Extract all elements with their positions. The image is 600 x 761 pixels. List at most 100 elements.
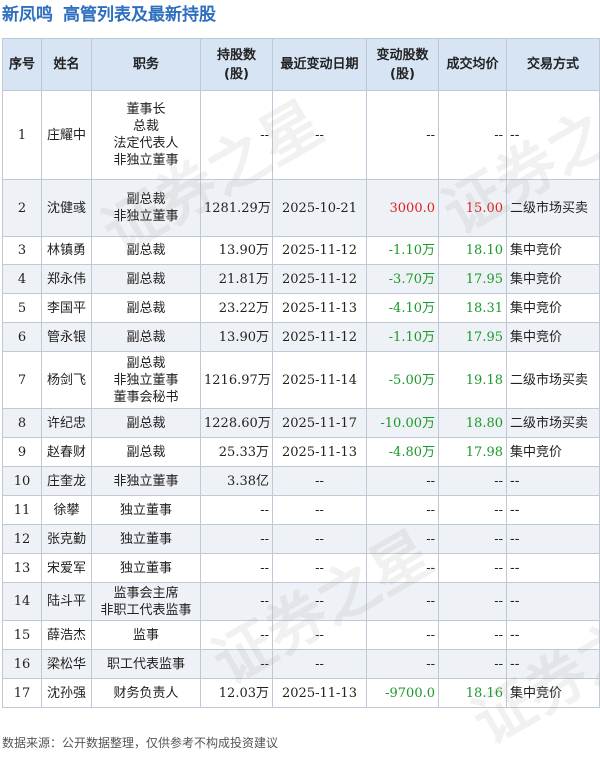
table-row: 8 许纪忠 副总裁 1228.60万 2025-11-17 -10.00万 18.80 二级市… <box>2 408 600 438</box>
cell-price: -- <box>438 620 507 650</box>
col-header-change: 变动股数 (股) <box>366 38 439 91</box>
cell-shares: -- <box>200 90 273 180</box>
table-row: 17 沈孙强 财务负责人 12.03万 2025-11-13 -9700.0 18.16 集中… <box>2 678 600 708</box>
col-header-name: 姓名 <box>41 38 92 91</box>
cell-method: -- <box>506 620 600 650</box>
cell-shares: 21.81万 <box>200 264 273 294</box>
cell-date: 2025-11-13 <box>272 678 367 708</box>
cell-method: -- <box>506 466 600 496</box>
table-row: 14 陆斗平 监事会主席 非职工代表监事 -- -- -- -- -- <box>2 582 600 621</box>
position-line: 独立董事 <box>119 531 172 547</box>
cell-change: -4.10万 <box>366 293 439 323</box>
cell-name: 管永银 <box>41 322 92 352</box>
cell-shares: -- <box>200 620 273 650</box>
cell-change: -- <box>366 620 439 650</box>
cell-name: 陆斗平 <box>41 582 92 621</box>
cell-no: 17 <box>2 678 42 708</box>
table-row: 13 宋爱军 独立董事 -- -- -- -- -- <box>2 553 600 583</box>
cell-price: -- <box>438 524 507 554</box>
cell-shares: 13.90万 <box>200 322 273 352</box>
cell-method: -- <box>506 495 600 525</box>
cell-shares: 23.22万 <box>200 293 273 323</box>
position-line: 非职工代表监事 <box>100 602 192 618</box>
cell-change: -- <box>366 649 439 679</box>
position-line: 副总裁 <box>126 355 166 371</box>
cell-no: 16 <box>2 649 42 679</box>
position-line: 非独立董事 <box>113 153 179 168</box>
col-header-date: 最近变动日期 <box>272 38 367 91</box>
cell-no: 2 <box>2 179 42 237</box>
cell-position: 非独立董事 <box>91 466 201 496</box>
cell-position: 副总裁 非独立董事 <box>91 179 201 237</box>
position-line: 副总裁 <box>126 444 166 460</box>
cell-no: 15 <box>2 620 42 650</box>
cell-price: 19.18 <box>438 351 507 409</box>
cell-position: 独立董事 <box>91 553 201 583</box>
cell-date: -- <box>272 524 367 554</box>
cell-no: 9 <box>2 437 42 467</box>
cell-position: 副总裁 <box>91 236 201 265</box>
table-row: 6 管永银 副总裁 13.90万 2025-11-12 -1.10万 17.95 集中竞价 <box>2 322 600 352</box>
cell-date: 2025-11-14 <box>272 351 367 409</box>
cell-date: -- <box>272 553 367 583</box>
cell-name: 李国平 <box>41 293 92 323</box>
cell-price: -- <box>438 553 507 583</box>
cell-change: -- <box>366 524 439 554</box>
table-row: 7 杨剑飞 副总裁 非独立董事 董事会秘书 1216.97万 2025-11-14 -5.00… <box>2 351 600 409</box>
position-line: 副总裁 <box>126 192 166 207</box>
cell-position: 独立董事 <box>91 495 201 525</box>
cell-date: -- <box>272 90 367 180</box>
position-line: 副总裁 <box>126 271 166 287</box>
cell-date: 2025-11-13 <box>272 293 367 323</box>
cell-date: -- <box>272 620 367 650</box>
cell-position: 财务负责人 <box>91 678 201 708</box>
cell-method: 集中竞价 <box>506 678 600 708</box>
table-row: 4 郑永伟 副总裁 21.81万 2025-11-12 -3.70万 17.95 集中竞价 <box>2 264 600 294</box>
cell-price: 18.16 <box>438 678 507 708</box>
cell-name: 杨剑飞 <box>41 351 92 409</box>
table-row: 1 庄耀中 董事长 总裁 法定代表人 非独立董事 -- -- -- -- -- <box>2 90 600 180</box>
cell-no: 13 <box>2 553 42 583</box>
cell-change: -10.00万 <box>366 408 439 438</box>
cell-change: -1.10万 <box>366 236 439 265</box>
cell-date: -- <box>272 495 367 525</box>
cell-price: 15.00 <box>438 179 507 237</box>
cell-price: 18.10 <box>438 236 507 265</box>
position-line: 副总裁 <box>126 300 166 316</box>
col-header-method: 交易方式 <box>506 38 600 91</box>
cell-date: 2025-11-13 <box>272 437 367 467</box>
cell-price: 18.80 <box>438 408 507 438</box>
cell-position: 独立董事 <box>91 524 201 554</box>
cell-name: 庄奎龙 <box>41 466 92 496</box>
cell-name: 林镇勇 <box>41 236 92 265</box>
table-row: 3 林镇勇 副总裁 13.90万 2025-11-12 -1.10万 18.10 集中竞价 <box>2 236 600 265</box>
cell-position: 副总裁 <box>91 293 201 323</box>
cell-name: 赵春财 <box>41 437 92 467</box>
cell-change: -- <box>366 582 439 621</box>
stock-name: 新凤鸣 <box>2 5 53 25</box>
cell-method: 二级市场买卖 <box>506 351 600 409</box>
cell-position: 董事长 总裁 法定代表人 非独立董事 <box>91 90 201 180</box>
cell-name: 沈健彧 <box>41 179 92 237</box>
cell-name: 庄耀中 <box>41 90 92 180</box>
cell-no: 14 <box>2 582 42 621</box>
col-header-shares: 持股数 (股) <box>200 38 273 91</box>
position-line: 副总裁 <box>126 415 166 431</box>
cell-method: 集中竞价 <box>506 236 600 265</box>
position-line: 独立董事 <box>119 560 172 576</box>
executive-table: 序号 姓名 职务 持股数 (股) 最近变动日期 变动股数 (股) 成交均价 交易方式… <box>2 38 600 708</box>
cell-change: -- <box>366 553 439 583</box>
cell-shares: -- <box>200 495 273 525</box>
position-line: 监事 <box>132 627 159 643</box>
cell-change: -1.10万 <box>366 322 439 352</box>
position-line: 独立董事 <box>119 502 172 518</box>
cell-position: 监事 <box>91 620 201 650</box>
cell-name: 张克勤 <box>41 524 92 554</box>
position-line: 非独立董事 <box>113 372 179 388</box>
cell-no: 12 <box>2 524 42 554</box>
cell-method: 二级市场买卖 <box>506 408 600 438</box>
cell-price: -- <box>438 495 507 525</box>
cell-name: 宋爱军 <box>41 553 92 583</box>
col-header-price: 成交均价 <box>438 38 507 91</box>
cell-no: 7 <box>2 351 42 409</box>
